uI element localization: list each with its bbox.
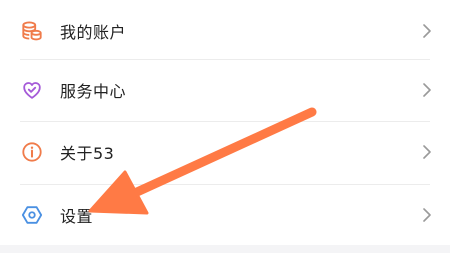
info-circle-icon <box>20 140 44 164</box>
chevron-right-icon <box>422 207 432 223</box>
settings-page: 我的账户 服务中心 关于53 设置 <box>0 0 450 253</box>
wallet-coins-icon <box>20 19 44 43</box>
chevron-right-icon <box>422 23 432 39</box>
menu-item-about[interactable]: 关于53 <box>0 121 450 183</box>
menu-item-my-account[interactable]: 我的账户 <box>0 0 450 62</box>
menu-item-service-center[interactable]: 服务中心 <box>0 59 450 121</box>
hexagon-gear-icon <box>20 203 44 227</box>
menu-list: 我的账户 服务中心 关于53 设置 <box>0 0 450 226</box>
chevron-right-icon <box>422 144 432 160</box>
menu-item-label: 服务中心 <box>60 82 127 101</box>
menu-item-settings[interactable]: 设置 <box>0 184 450 246</box>
menu-item-label: 我的账户 <box>60 23 127 42</box>
menu-item-label: 关于53 <box>60 144 115 163</box>
heart-check-icon <box>20 78 44 102</box>
bottom-band <box>0 245 450 253</box>
chevron-right-icon <box>422 82 432 98</box>
menu-item-label: 设置 <box>60 207 94 226</box>
